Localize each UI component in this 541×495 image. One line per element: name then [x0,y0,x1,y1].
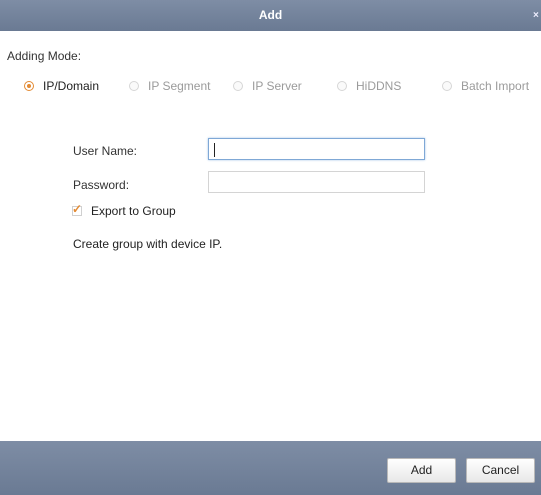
text-caret [214,143,215,157]
radio-label: IP/Domain [43,79,100,93]
dialog-content: Adding Mode: IP/Domain IP Segment IP Ser… [0,31,541,441]
radio-unselected-icon [233,81,243,91]
dialog-title-bar: Add × [0,0,541,31]
user-name-input[interactable] [208,138,425,160]
radio-hiddns[interactable]: HiDDNS [337,77,401,95]
radio-label: IP Server [252,79,302,93]
radio-label: Batch Import [461,79,530,93]
adding-mode-label: Adding Mode: [7,49,82,63]
group-hint-text: Create group with device IP. [73,237,223,251]
radio-label: IP Segment [148,79,211,93]
dialog-title: Add [258,8,283,22]
export-to-group-checkbox[interactable]: ✓ Export to Group [72,202,176,219]
radio-selected-icon [24,81,34,91]
cancel-button[interactable]: Cancel [466,458,535,483]
radio-batch-import[interactable]: Batch Import [442,77,529,95]
radio-unselected-icon [442,81,452,91]
checkbox-box: ✓ [72,202,82,216]
radio-ip-domain[interactable]: IP/Domain [24,77,99,95]
radio-unselected-icon [129,81,139,91]
password-input[interactable] [208,171,425,193]
dialog-footer: Add Cancel [0,441,541,495]
radio-ip-server[interactable]: IP Server [233,77,302,95]
close-icon[interactable]: × [533,0,541,31]
password-label: Password: [73,178,130,192]
export-to-group-label: Export to Group [91,204,176,218]
checkmark-icon: ✓ [72,202,83,216]
radio-ip-segment[interactable]: IP Segment [129,77,210,95]
radio-label: HiDDNS [356,79,402,93]
adding-mode-options: IP/Domain IP Segment IP Server HiDDNS Ba… [0,77,541,95]
add-button[interactable]: Add [387,458,456,483]
radio-unselected-icon [337,81,347,91]
user-name-label: User Name: [73,144,138,158]
